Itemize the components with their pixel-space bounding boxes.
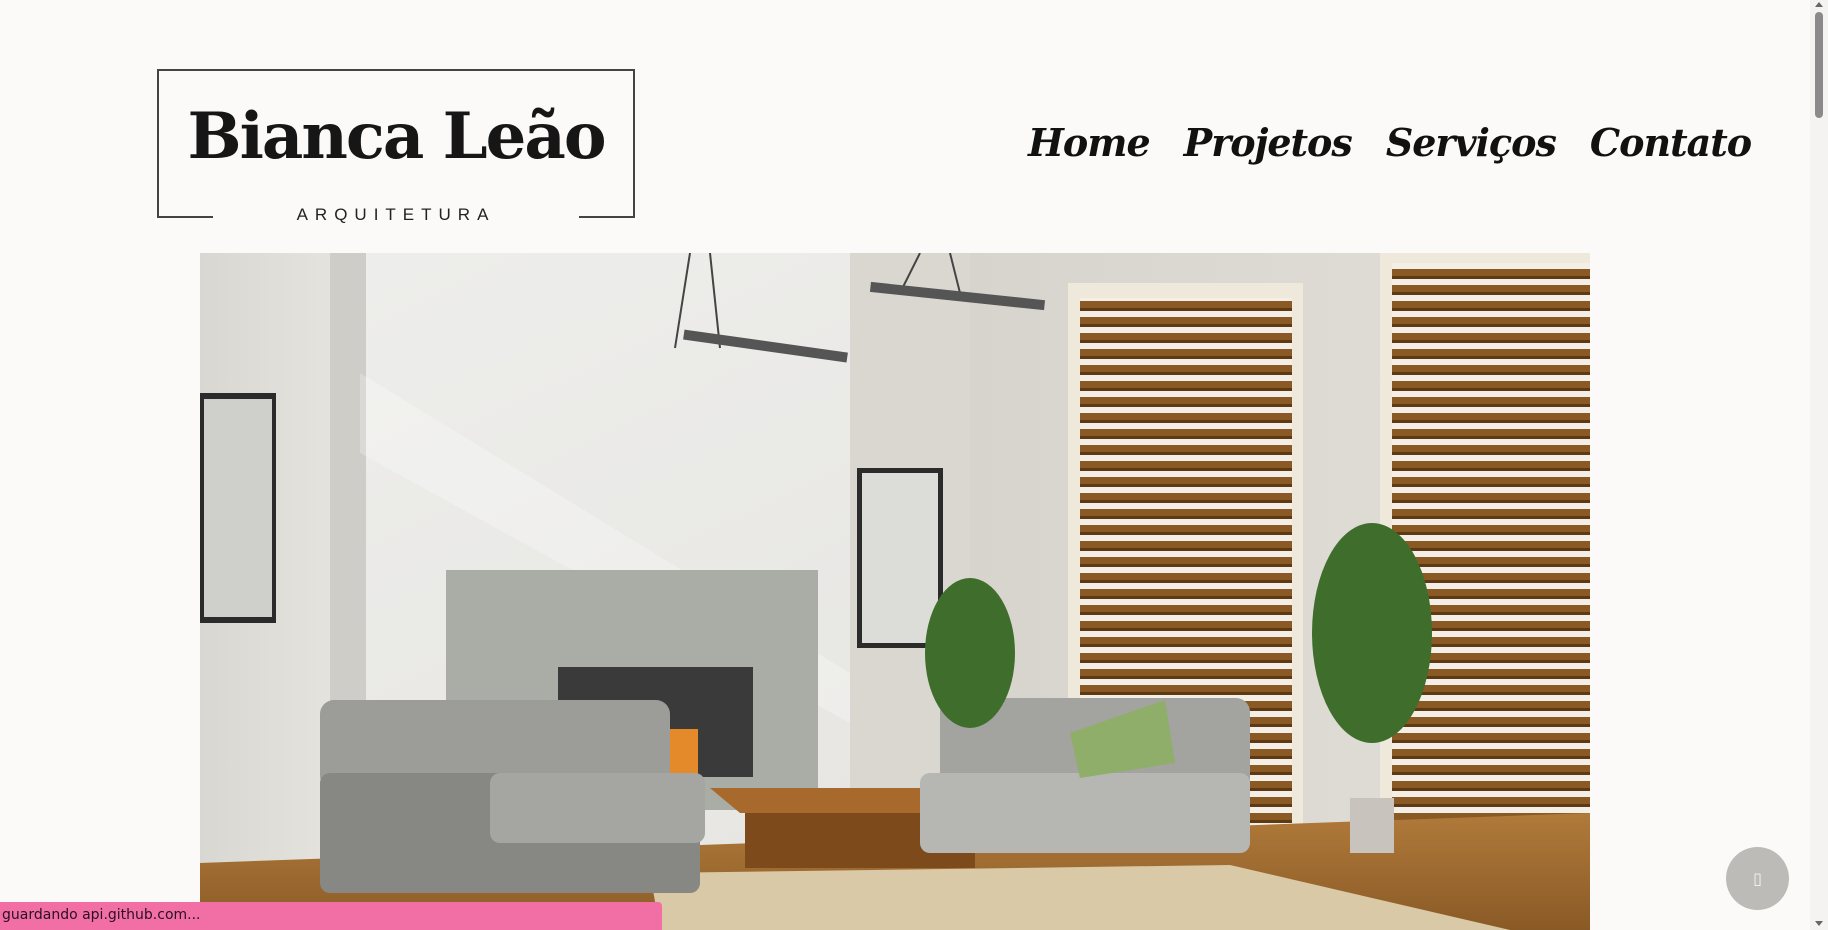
browser-status-bar: guardando api.github.com... bbox=[0, 902, 662, 930]
nav-link-servicos[interactable]: Serviços bbox=[1386, 124, 1557, 162]
chat-icon: ▯ bbox=[1753, 869, 1762, 888]
hero-image bbox=[200, 253, 1590, 930]
scroll-thumb[interactable] bbox=[1815, 12, 1823, 118]
site-logo[interactable]: Bianca Leão ARQUITETURA bbox=[157, 69, 635, 223]
main-nav: Home Projetos Serviços Contato bbox=[1028, 124, 1752, 162]
scroll-up-arrow-icon[interactable] bbox=[1815, 2, 1823, 7]
logo-subtitle: ARQUITETURA bbox=[296, 205, 496, 224]
nav-link-contato[interactable]: Contato bbox=[1590, 124, 1752, 162]
scroll-down-arrow-icon[interactable] bbox=[1815, 921, 1823, 926]
nav-link-home[interactable]: Home bbox=[1028, 124, 1151, 162]
status-text: guardando api.github.com... bbox=[2, 907, 201, 923]
floating-chat-button[interactable]: ▯ bbox=[1726, 847, 1789, 910]
page-scrollbar[interactable] bbox=[1810, 0, 1828, 930]
logo-frame-top bbox=[157, 69, 635, 71]
logo-name: Bianca Leão bbox=[187, 99, 607, 174]
nav-link-projetos[interactable]: Projetos bbox=[1184, 124, 1353, 162]
